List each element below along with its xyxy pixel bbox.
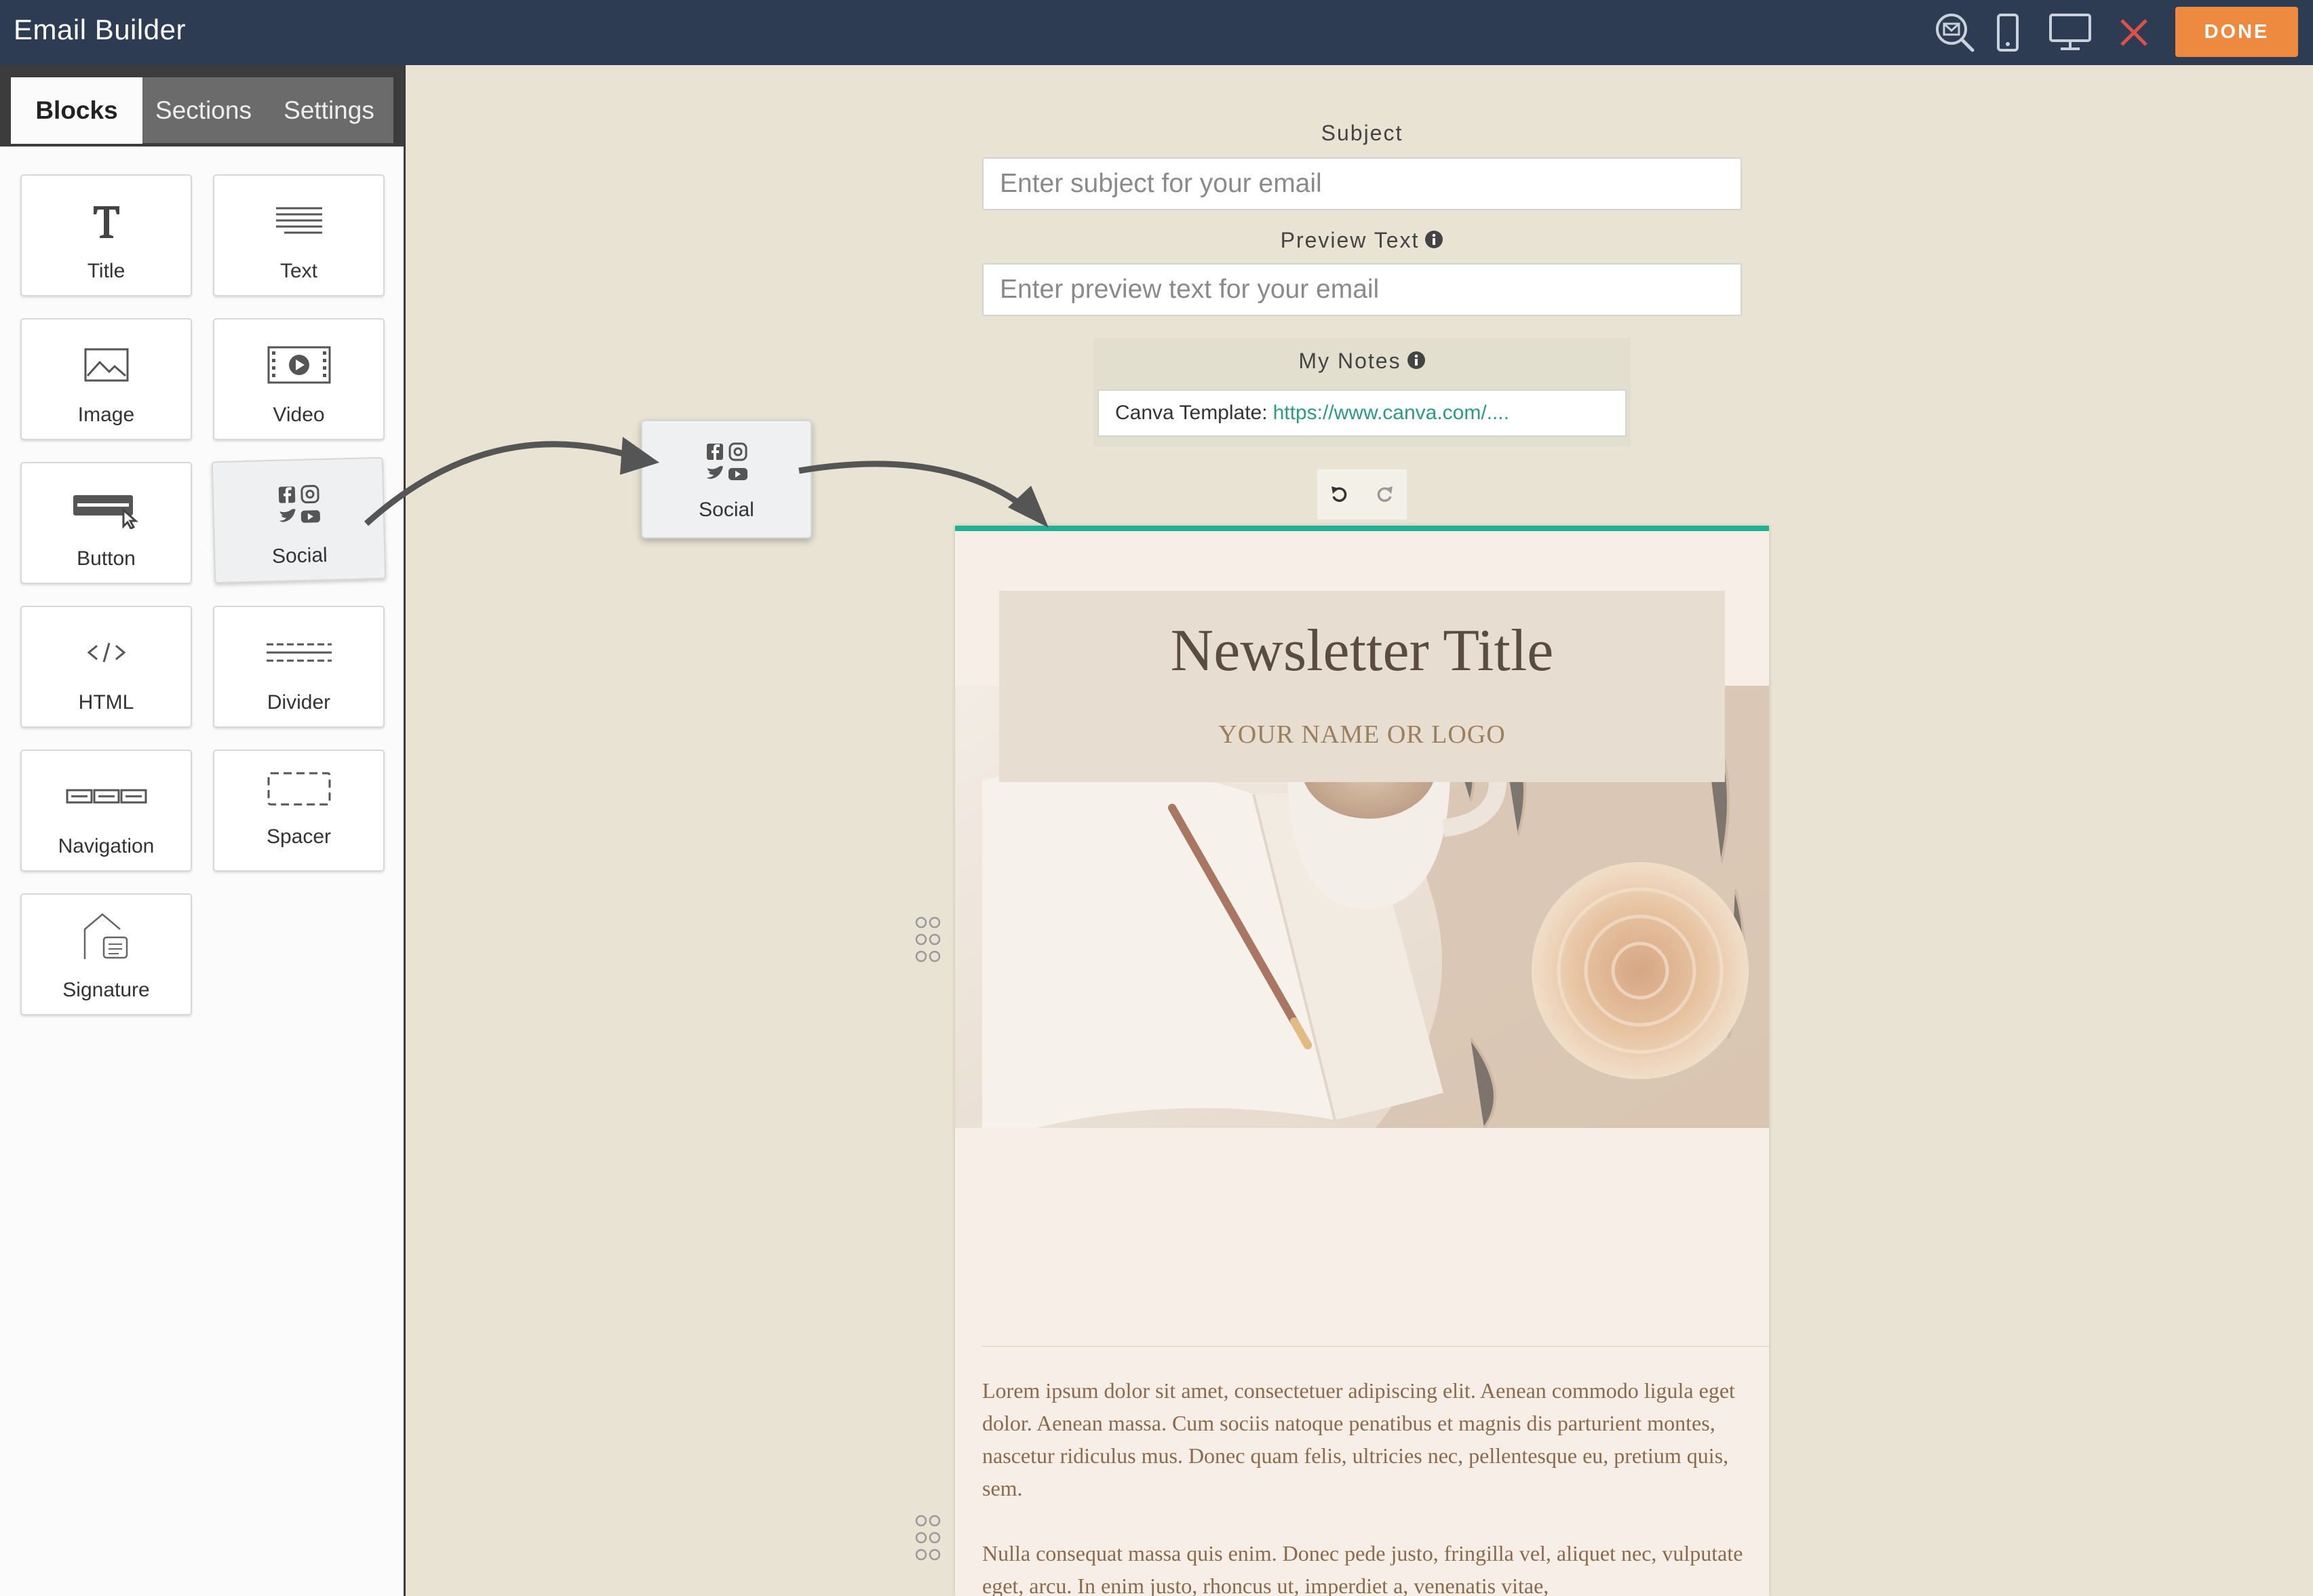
block-html[interactable]: HTML: [20, 606, 192, 728]
top-bar: Email Builder DONE: [0, 0, 2313, 65]
my-notes-label-text: My Notes: [1298, 349, 1401, 373]
block-label: Image: [77, 404, 135, 426]
block-label: Title: [87, 260, 125, 282]
panel-tabs: Blocks Sections Settings: [0, 65, 404, 147]
mobile-icon[interactable]: [1985, 9, 2031, 56]
video-icon: [214, 338, 383, 391]
button-icon: [22, 482, 191, 535]
info-icon[interactable]: [1407, 350, 1426, 375]
notes-field[interactable]: Canva Template: https://www.canva.com/..…: [1097, 389, 1627, 437]
drop-indicator: [955, 526, 1769, 531]
close-icon[interactable]: [2111, 9, 2157, 56]
my-notes-label: My Notes: [982, 349, 1742, 375]
body-paragraph[interactable]: Nulla consequat massa quis enim. Donec p…: [982, 1537, 1745, 1596]
redo-button[interactable]: [1362, 469, 1407, 520]
body-paragraph[interactable]: Lorem ipsum dolor sit amet, consectetuer…: [982, 1374, 1745, 1504]
html-icon: [22, 626, 191, 679]
newsletter-title[interactable]: Newsletter Title: [999, 617, 1725, 685]
block-label: Social: [271, 543, 328, 568]
done-button[interactable]: DONE: [2175, 7, 2298, 57]
spacer-icon: [214, 763, 383, 816]
block-title[interactable]: Title: [20, 174, 192, 296]
drag-ghost-label: Social: [699, 499, 754, 521]
block-label: Video: [273, 404, 325, 426]
history-controls: [1317, 469, 1407, 520]
block-label: Navigation: [58, 835, 155, 857]
block-divider[interactable]: Divider: [213, 606, 385, 728]
drag-handle-icon[interactable]: [913, 916, 943, 963]
section-divider: [981, 1346, 1769, 1347]
desktop-icon[interactable]: [2047, 9, 2093, 56]
preview-text-input[interactable]: [982, 263, 1742, 316]
preview-email-icon[interactable]: [1932, 9, 1978, 56]
block-label: HTML: [78, 691, 134, 714]
block-spacer[interactable]: Spacer: [213, 750, 385, 872]
tab-blocks[interactable]: Blocks: [11, 77, 142, 144]
block-signature[interactable]: Signature: [20, 893, 192, 1015]
drag-ghost-social: Social: [641, 420, 812, 539]
navigation-icon: [22, 770, 191, 823]
notes-link[interactable]: https://www.canva.com/....: [1273, 402, 1509, 425]
subject-input[interactable]: [982, 157, 1742, 210]
tab-sections[interactable]: Sections: [142, 77, 265, 144]
block-video[interactable]: Video: [213, 318, 385, 440]
undo-button[interactable]: [1317, 469, 1362, 520]
block-text[interactable]: Text: [213, 174, 385, 296]
block-navigation[interactable]: Navigation: [20, 750, 192, 872]
text-icon: [214, 195, 383, 248]
header-block[interactable]: Newsletter Title YOUR NAME OR LOGO: [999, 591, 1725, 782]
social-icon: [213, 478, 383, 534]
block-social[interactable]: Social: [211, 456, 387, 584]
subject-label: Subject: [1321, 121, 1403, 145]
block-label: Button: [77, 547, 136, 570]
block-button[interactable]: Button: [20, 462, 192, 584]
title-icon: [22, 195, 191, 248]
signature-icon: [22, 910, 191, 962]
block-image[interactable]: Image: [20, 318, 192, 440]
drag-handle-icon[interactable]: [913, 1514, 943, 1561]
block-label: Spacer: [266, 825, 332, 848]
image-icon: [22, 338, 191, 391]
logo-text[interactable]: YOUR NAME OR LOGO: [999, 720, 1725, 750]
info-icon[interactable]: [1424, 229, 1443, 254]
preview-text-label: Preview Text: [982, 228, 1742, 254]
email-canvas[interactable]: Newsletter Title YOUR NAME OR LOGO Lorem…: [955, 526, 1769, 1596]
notes-prefix: Canva Template:: [1115, 402, 1268, 424]
preview-text-label-text: Preview Text: [1280, 228, 1420, 252]
block-label: Signature: [62, 979, 150, 1001]
tab-settings[interactable]: Settings: [265, 77, 393, 144]
divider-icon: [214, 626, 383, 679]
block-label: Divider: [267, 691, 331, 714]
social-icon: [642, 436, 811, 490]
block-label: Text: [279, 260, 318, 282]
app-title: Email Builder: [14, 14, 186, 45]
